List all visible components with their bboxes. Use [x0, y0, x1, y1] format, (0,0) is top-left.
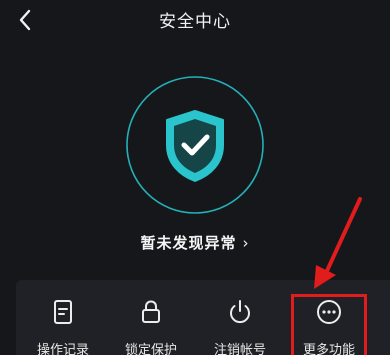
- function-label: 操作记录: [36, 343, 89, 355]
- security-center-screen: 安全中心 暂未发现异常 › 操作记录 锁定保护 注销帐号 更多功能: [0, 0, 390, 355]
- function-lock-protection[interactable]: 锁定保护: [106, 284, 196, 355]
- annotation-arrow-icon: [314, 197, 362, 289]
- function-label: 锁定保护: [124, 343, 177, 355]
- function-operation-log[interactable]: 操作记录: [18, 284, 108, 355]
- status-text: 暂未发现异常: [140, 234, 237, 252]
- function-cancel-account[interactable]: 注销帐号: [195, 284, 285, 355]
- document-icon: [54, 300, 72, 324]
- shield-status-graphic: [125, 75, 265, 215]
- shield-check-icon: [126, 76, 264, 214]
- power-icon: [230, 300, 250, 324]
- page-title: 安全中心: [159, 12, 231, 32]
- chevron-right-icon: ›: [242, 234, 250, 252]
- lock-icon: [142, 300, 160, 323]
- top-bar: 安全中心: [0, 0, 390, 40]
- annotation-highlight-box: [291, 294, 367, 355]
- function-label: 注销帐号: [213, 343, 266, 355]
